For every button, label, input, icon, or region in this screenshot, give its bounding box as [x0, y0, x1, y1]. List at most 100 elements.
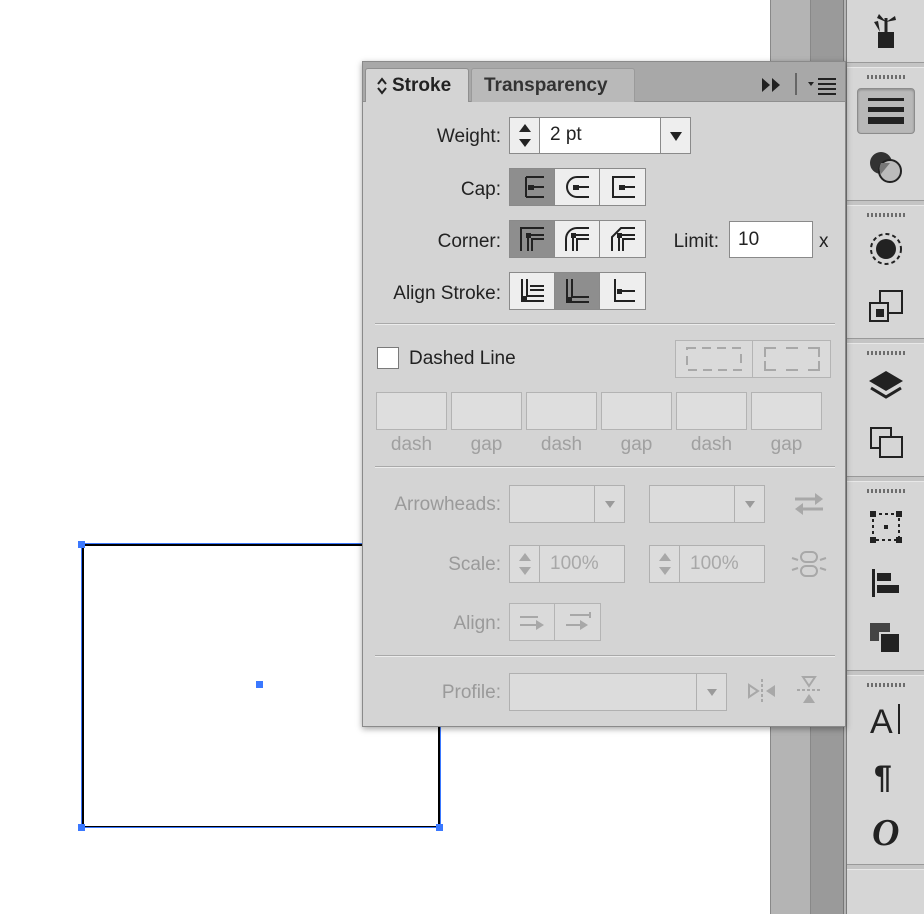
link-scale-icon[interactable] — [791, 549, 827, 579]
align-stroke-inside-button[interactable] — [555, 273, 600, 309]
selection-handle-bottom-left[interactable] — [78, 824, 85, 831]
align-stroke-center-button[interactable] — [510, 273, 555, 309]
place-tip-icon — [565, 612, 591, 630]
icon-dock: A ¶ O — [846, 0, 924, 914]
expand-collapse-icon[interactable] — [376, 76, 388, 95]
dock-group-separator — [847, 200, 924, 206]
align-stroke-label: Align Stroke: — [393, 283, 501, 304]
selection-handle-bottom-right[interactable] — [436, 824, 443, 831]
svg-text:O: O — [872, 812, 899, 851]
weight-stepper[interactable] — [510, 118, 540, 153]
collapse-panel-icon[interactable] — [761, 77, 783, 93]
limit-input[interactable]: 10 — [729, 221, 813, 258]
dock-grip[interactable] — [867, 213, 905, 217]
layers-panel-button[interactable] — [857, 364, 915, 410]
brushes-icon — [874, 14, 896, 48]
align-dashes-to-corners-button[interactable] — [753, 341, 830, 377]
paragraph-icon: ¶ — [874, 759, 892, 794]
projecting-cap-button[interactable] — [600, 169, 645, 205]
scale-label: Scale: — [448, 554, 501, 575]
align-stroke-outside-button[interactable] — [600, 273, 645, 309]
end-scale-input[interactable]: 100% — [649, 545, 765, 583]
opentype-icon: O — [872, 812, 899, 851]
dash-2-label: dash — [540, 434, 583, 455]
dock-group-separator — [847, 864, 924, 870]
tab-transparency-label: Transparency — [484, 74, 608, 96]
swap-arrows-icon[interactable] — [793, 491, 825, 517]
end-scale-value: 100% — [690, 553, 739, 574]
dock-group-separator — [847, 62, 924, 68]
preserve-dash-lengths-button[interactable] — [676, 341, 753, 377]
start-scale-stepper[interactable] — [510, 546, 540, 582]
arrange-panel-button[interactable] — [857, 616, 915, 662]
miter-join-button[interactable] — [510, 221, 555, 257]
pathfinder-panel-button[interactable] — [857, 504, 915, 550]
weight-value[interactable]: 2 pt — [550, 124, 582, 146]
butt-cap-button[interactable] — [510, 169, 555, 205]
gap-2-label: gap — [620, 434, 653, 455]
transform-panel-button[interactable] — [857, 284, 915, 330]
align-dashes-icon — [763, 347, 820, 371]
flip-across-icon[interactable] — [795, 675, 823, 705]
round-join-button[interactable] — [555, 221, 600, 257]
gap-1-input[interactable] — [451, 392, 522, 430]
weight-label: Weight: — [436, 126, 501, 147]
chevron-down-icon — [669, 131, 682, 141]
panel-titlebar[interactable]: Stroke Transparency — [363, 62, 845, 102]
dock-grip[interactable] — [867, 351, 905, 355]
dash-3-input[interactable] — [676, 392, 747, 430]
gap-2-input[interactable] — [601, 392, 672, 430]
stroke-panel-button[interactable] — [857, 88, 915, 134]
profile-select[interactable] — [509, 673, 727, 711]
dashed-line-checkbox[interactable] — [377, 347, 399, 369]
artboards-panel-button[interactable] — [857, 420, 915, 466]
tab-transparency[interactable]: Transparency — [471, 68, 635, 102]
stroke-panel: Stroke Transparency Weight: 2 pt Cap: Co… — [362, 61, 846, 727]
artboards-icon — [870, 427, 903, 458]
start-arrowhead-dropdown[interactable] — [594, 486, 624, 522]
cap-buttons — [509, 168, 646, 206]
svg-text:A: A — [870, 703, 893, 738]
cap-label: Cap: — [460, 179, 501, 200]
start-arrowhead-select[interactable] — [509, 485, 625, 523]
end-arrowhead-select[interactable] — [649, 485, 765, 523]
dock-grip[interactable] — [867, 489, 905, 493]
chevron-down-icon — [706, 689, 717, 696]
arrowhead-align-buttons — [509, 603, 601, 641]
round-join-icon — [565, 227, 589, 251]
transparency-icon — [870, 152, 902, 183]
dash-1-input[interactable] — [376, 392, 447, 430]
flip-along-icon[interactable] — [747, 677, 777, 705]
end-scale-stepper[interactable] — [650, 546, 680, 582]
selection-center-point[interactable] — [256, 681, 263, 688]
brushes-panel-button[interactable] — [857, 8, 915, 54]
start-scale-input[interactable]: 100% — [509, 545, 625, 583]
selection-handle-top-left[interactable] — [78, 541, 85, 548]
bounding-box-icon — [870, 511, 902, 543]
place-arrow-tip-button[interactable] — [555, 604, 600, 640]
gap-3-input[interactable] — [751, 392, 822, 430]
align-panel-button[interactable] — [857, 560, 915, 606]
round-cap-button[interactable] — [555, 169, 600, 205]
extend-arrow-tip-button[interactable] — [510, 604, 555, 640]
tab-stroke[interactable]: Stroke — [365, 68, 469, 102]
dock-group-separator — [847, 338, 924, 344]
corner-label: Corner: — [437, 231, 501, 252]
dock-grip[interactable] — [867, 683, 905, 687]
weight-dropdown-button[interactable] — [660, 118, 690, 153]
opentype-panel-button[interactable]: O — [857, 808, 915, 854]
dock-grip[interactable] — [867, 75, 905, 79]
panel-menu-icon[interactable] — [807, 75, 839, 95]
character-panel-button[interactable]: A — [857, 696, 915, 742]
appearance-panel-button[interactable] — [857, 226, 915, 272]
bevel-join-button[interactable] — [600, 221, 645, 257]
dash-2-input[interactable] — [526, 392, 597, 430]
dock-group-separator — [847, 476, 924, 482]
paragraph-panel-button[interactable]: ¶ — [857, 752, 915, 798]
arrange-icon — [870, 623, 901, 654]
profile-dropdown[interactable] — [696, 674, 726, 710]
dashed-line-label: Dashed Line — [409, 348, 516, 369]
gap-1-label: gap — [470, 434, 503, 455]
end-arrowhead-dropdown[interactable] — [734, 486, 764, 522]
transparency-panel-button[interactable] — [857, 144, 915, 190]
